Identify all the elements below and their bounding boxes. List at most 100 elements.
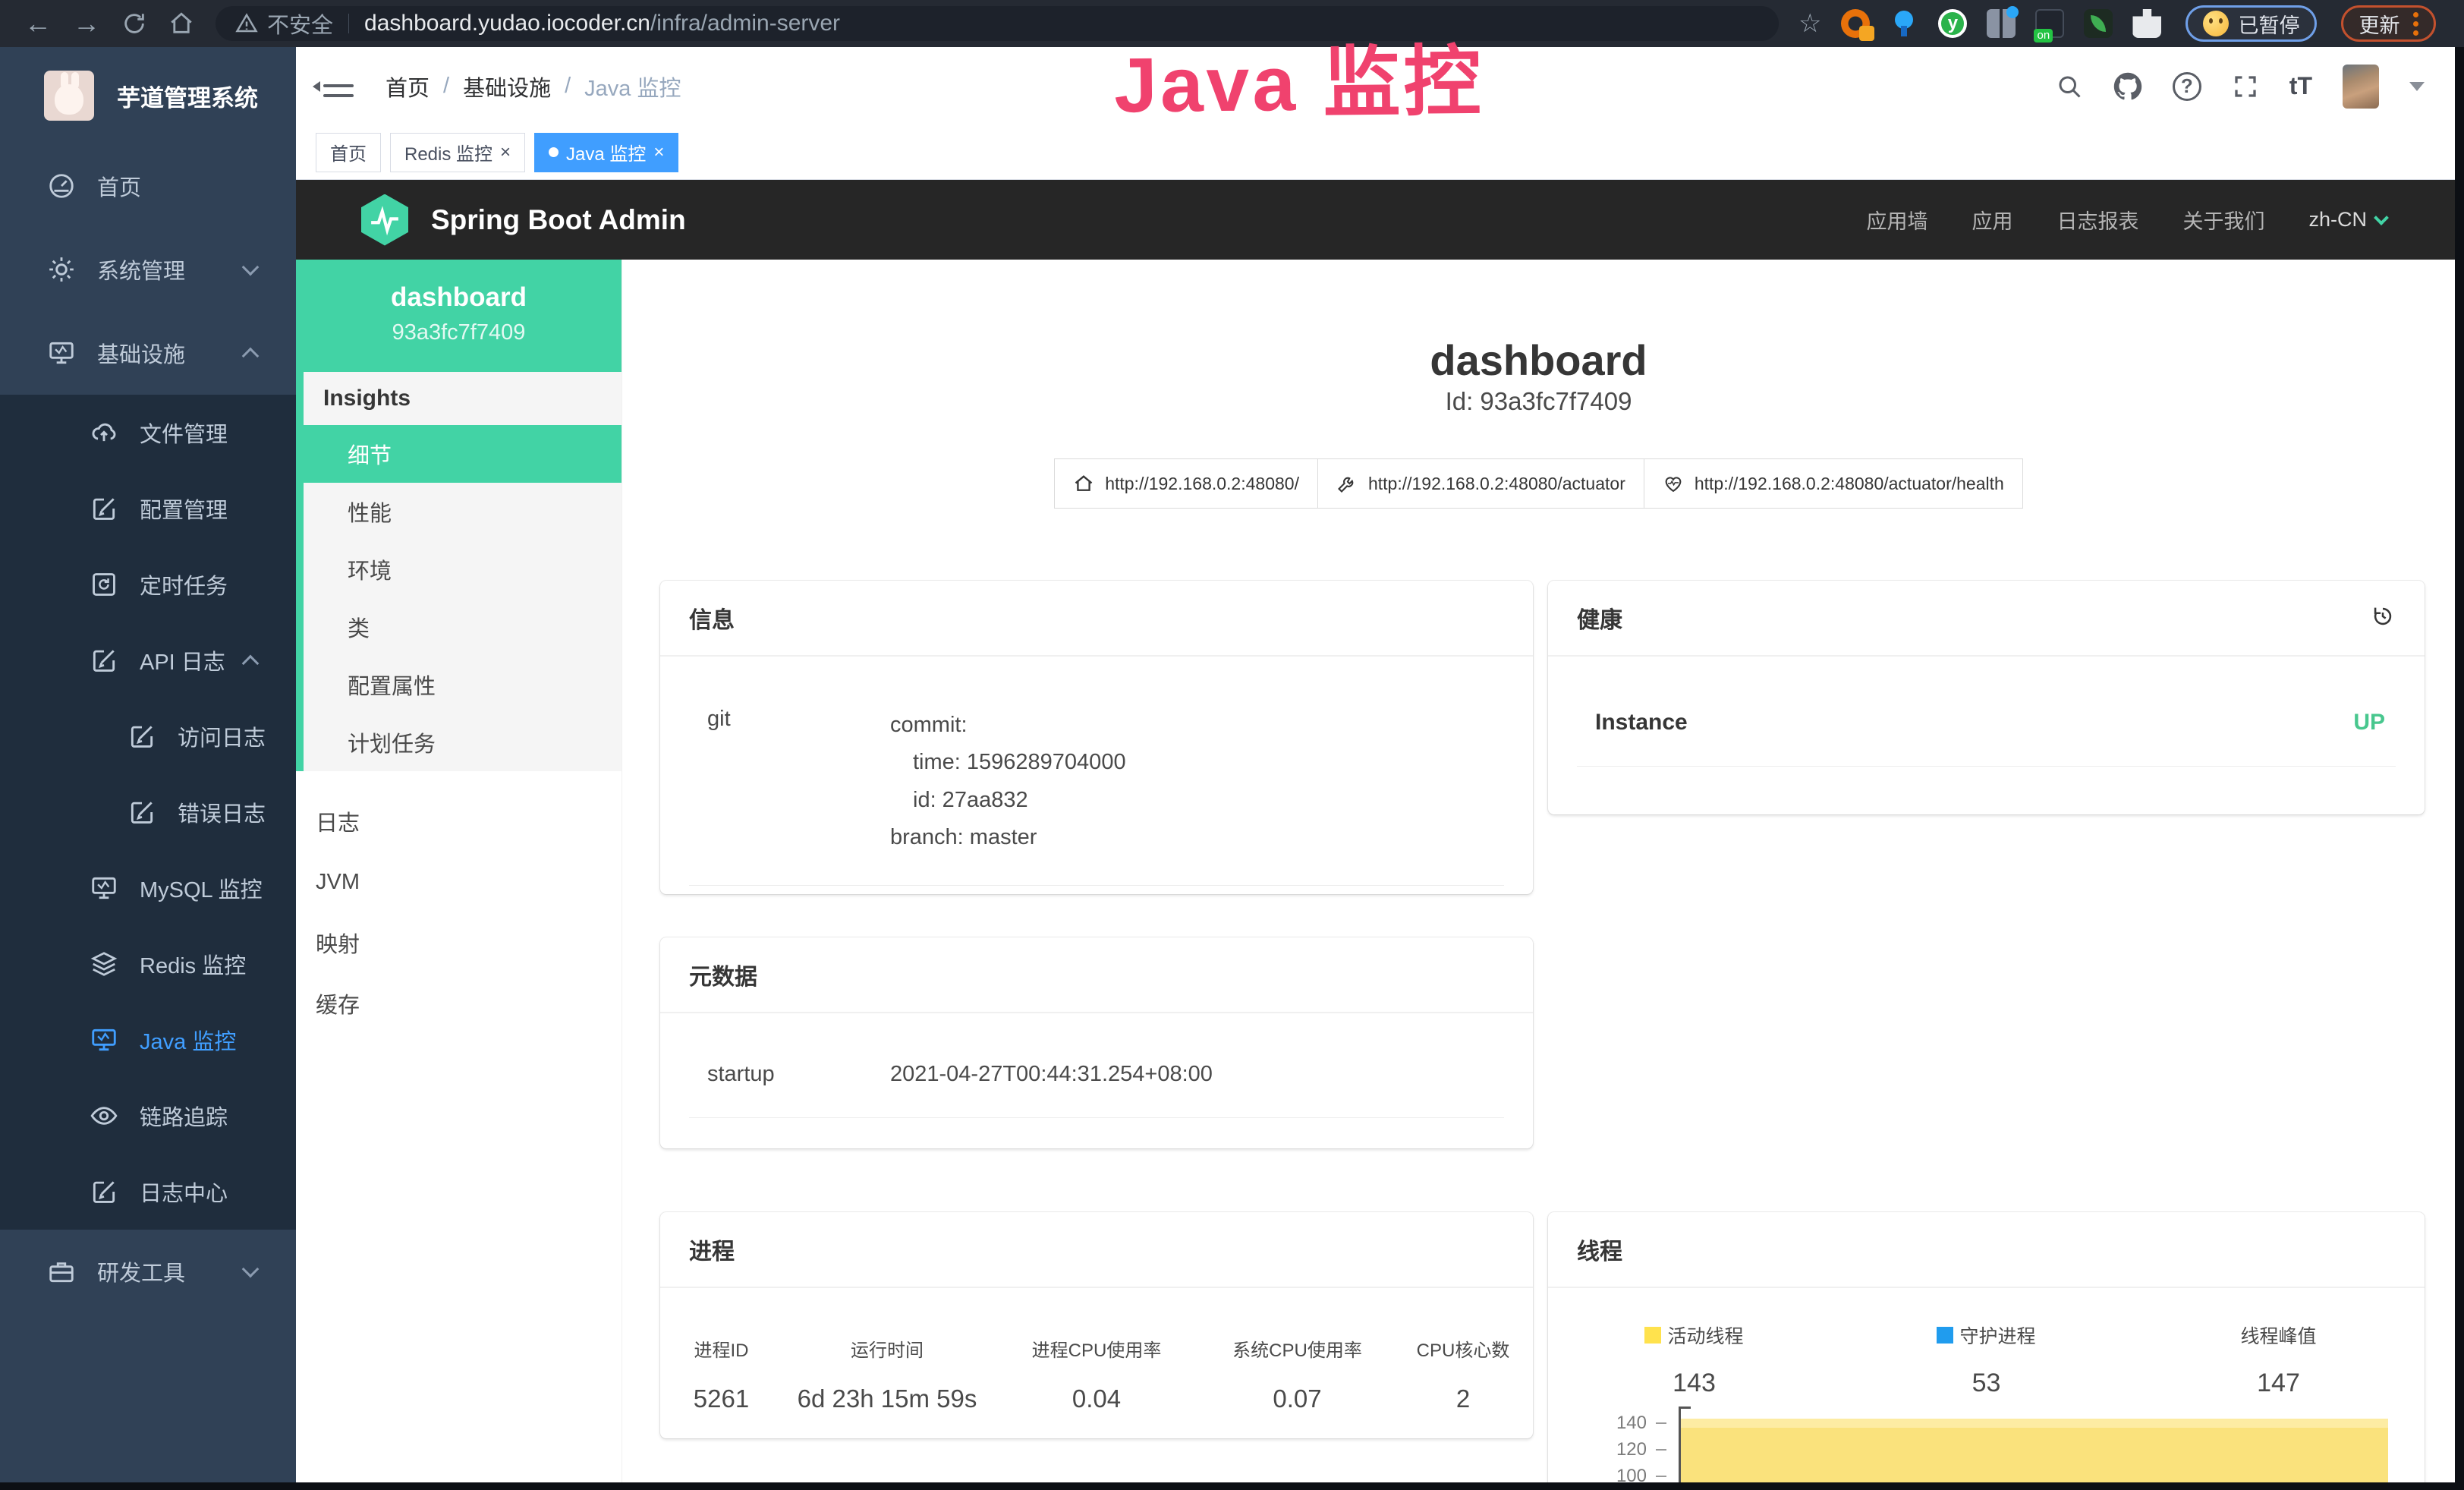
breadcrumb-home[interactable]: 首页: [385, 71, 430, 102]
browser-reload-icon[interactable]: [121, 11, 147, 36]
extension-icon-leaf[interactable]: [2084, 9, 2113, 38]
extension-icon-y-green[interactable]: y: [1938, 9, 1967, 38]
sidebar-item-devtools[interactable]: 研发工具: [0, 1230, 296, 1313]
card-threads-title: 线程: [1577, 1233, 1622, 1266]
history-icon[interactable]: [2370, 603, 2396, 633]
service-url-button[interactable]: http://192.168.0.2:48080/: [1054, 458, 1318, 509]
tab-java-monitor[interactable]: Java 监控 ×: [534, 133, 678, 172]
bookmark-star-icon[interactable]: ☆: [1798, 8, 1821, 39]
sba-menu-jvm[interactable]: JVM: [296, 852, 622, 912]
fullscreen-icon[interactable]: [2232, 73, 2259, 100]
process-col-cores: CPU核心数: [1393, 1325, 1533, 1372]
extension-badge: [1859, 26, 1874, 41]
process-cores: 2: [1393, 1372, 1533, 1425]
collapse-sidebar-icon[interactable]: [323, 74, 354, 99]
address-bar[interactable]: 不安全 dashboard.yudao.iocoder.cn/infra/adm…: [216, 6, 1779, 41]
security-warning-icon[interactable]: [235, 12, 258, 35]
sba-instance-header: dashboard 93a3fc7f7409: [296, 260, 622, 372]
sba-nav-applications[interactable]: 应用: [1972, 205, 2012, 235]
extension-icon-orange[interactable]: [1841, 9, 1870, 38]
tab-redis-monitor[interactable]: Redis 监控 ×: [390, 133, 525, 172]
process-proc-cpu: 0.04: [992, 1372, 1201, 1425]
sba-logo-hexagon-icon: [361, 194, 408, 246]
process-col-proc-cpu: 进程CPU使用率: [992, 1325, 1201, 1372]
tab-label: Redis 监控: [404, 139, 492, 165]
sba-nav-about[interactable]: 关于我们: [2182, 205, 2264, 235]
card-info-header: 信息: [660, 581, 1533, 657]
sidebar-item-error-logs[interactable]: 错误日志: [0, 774, 296, 850]
sidebar-item-infra[interactable]: 基础设施: [0, 311, 296, 395]
daemon-threads-swatch: [1937, 1327, 1953, 1344]
browser-back-icon[interactable]: ←: [24, 10, 52, 37]
process-col-pid: 进程ID: [660, 1325, 782, 1372]
sba-menu-scheduled-tasks[interactable]: 计划任务: [304, 713, 622, 771]
profile-paused-chip[interactable]: 已暂停: [2186, 5, 2317, 42]
sidebar-item-mysql-monitor[interactable]: MySQL 监控: [0, 850, 296, 926]
close-icon[interactable]: ×: [653, 143, 664, 162]
sba-menu-logs[interactable]: 日志: [296, 791, 622, 852]
monitor-icon: [47, 339, 76, 367]
help-icon[interactable]: ?: [2173, 72, 2201, 101]
tab-home[interactable]: 首页: [316, 133, 381, 172]
chevron-down-icon: [242, 1261, 260, 1278]
health-url-button[interactable]: http://192.168.0.2:48080/actuator/health: [1644, 458, 2023, 509]
extension-icon-reader[interactable]: on: [2035, 9, 2064, 38]
security-label[interactable]: 不安全: [267, 8, 333, 39]
extension-icon-grid[interactable]: [1987, 9, 2016, 38]
sidebar-item-redis-monitor[interactable]: Redis 监控: [0, 926, 296, 1002]
close-icon[interactable]: ×: [500, 143, 511, 162]
avatar-caret-icon[interactable]: [2409, 82, 2425, 91]
breadcrumb: 首页 / 基础设施 / Java 监控: [385, 71, 681, 102]
header-action-icons: ? tT: [2056, 65, 2425, 109]
browser-update-button[interactable]: 更新: [2341, 5, 2436, 42]
sidebar-item-access-logs[interactable]: 访问日志: [0, 698, 296, 774]
sidebar-item-java-monitor[interactable]: Java 监控: [0, 1002, 296, 1078]
breadcrumb-infra[interactable]: 基础设施: [463, 71, 551, 102]
sba-menu-caches[interactable]: 缓存: [296, 973, 622, 1034]
sidebar-item-tracing[interactable]: 链路追踪: [0, 1078, 296, 1154]
sba-language-select[interactable]: zh-CN: [2308, 208, 2387, 232]
extensions-puzzle-icon[interactable]: [2132, 9, 2161, 38]
browser-forward-icon[interactable]: →: [73, 10, 100, 37]
card-health-title: 健康: [1577, 601, 1622, 635]
process-values-row: 5261 6d 23h 15m 59s 0.04 0.07 2: [660, 1372, 1533, 1425]
paused-label: 已暂停: [2238, 9, 2299, 39]
admin-sidebar: 芋道管理系统 首页 系统管理 基础设施 文件管理 配置管理: [0, 47, 296, 1482]
metadata-row-label: startup: [689, 1062, 890, 1087]
browser-home-icon[interactable]: [168, 11, 194, 36]
sidebar-item-label: 基础设施: [97, 337, 185, 369]
sidebar-item-label: 配置管理: [140, 493, 228, 524]
sidebar-item-file-manage[interactable]: 文件管理: [0, 395, 296, 471]
sba-menu-classes[interactable]: 类: [304, 598, 622, 656]
daemon-threads-value: 53: [1840, 1369, 2132, 1398]
font-size-icon[interactable]: tT: [2289, 72, 2312, 100]
page-scrollbar[interactable]: [2455, 47, 2464, 1482]
metadata-row-value: 2021-04-27T00:44:31.254+08:00: [890, 1062, 1504, 1087]
sidebar-item-label: Java 监控: [140, 1024, 236, 1056]
chevron-down-icon: [242, 259, 260, 276]
github-icon[interactable]: [2113, 72, 2142, 101]
brand: 芋道管理系统: [0, 47, 296, 144]
sba-menu-config-props[interactable]: 配置属性: [304, 656, 622, 713]
sba-content: dashboard Id: 93a3fc7f7409 http://192.16…: [622, 260, 2455, 1482]
sba-menu-mappings[interactable]: 映射: [296, 912, 622, 973]
user-avatar[interactable]: [2343, 65, 2379, 109]
url-host: dashboard.yudao.iocoder.cn: [364, 11, 650, 36]
sidebar-item-scheduled-jobs[interactable]: 定时任务: [0, 547, 296, 622]
sidebar-item-api-logs[interactable]: API 日志: [0, 622, 296, 698]
sba-menu-details[interactable]: 细节: [304, 425, 622, 483]
search-icon[interactable]: [2056, 73, 2083, 100]
sidebar-item-config-manage[interactable]: 配置管理: [0, 471, 296, 547]
sba-menu-environment[interactable]: 环境: [304, 540, 622, 598]
sba-nav-journal[interactable]: 日志报表: [2056, 205, 2138, 235]
sba-nav-wallboard[interactable]: 应用墙: [1866, 205, 1927, 235]
sidebar-item-home[interactable]: 首页: [0, 144, 296, 228]
sidebar-item-log-center[interactable]: 日志中心: [0, 1154, 296, 1230]
sba-menu-metrics[interactable]: 性能: [304, 483, 622, 540]
sidebar-item-system[interactable]: 系统管理: [0, 228, 296, 311]
browser-menu-kebab-icon[interactable]: [2413, 12, 2418, 36]
extension-icon-pin[interactable]: [1890, 9, 1918, 38]
ytick-140: 140: [1548, 1413, 1647, 1434]
sidebar-item-label: 链路追踪: [140, 1100, 228, 1132]
actuator-url-button[interactable]: http://192.168.0.2:48080/actuator: [1317, 458, 1644, 509]
